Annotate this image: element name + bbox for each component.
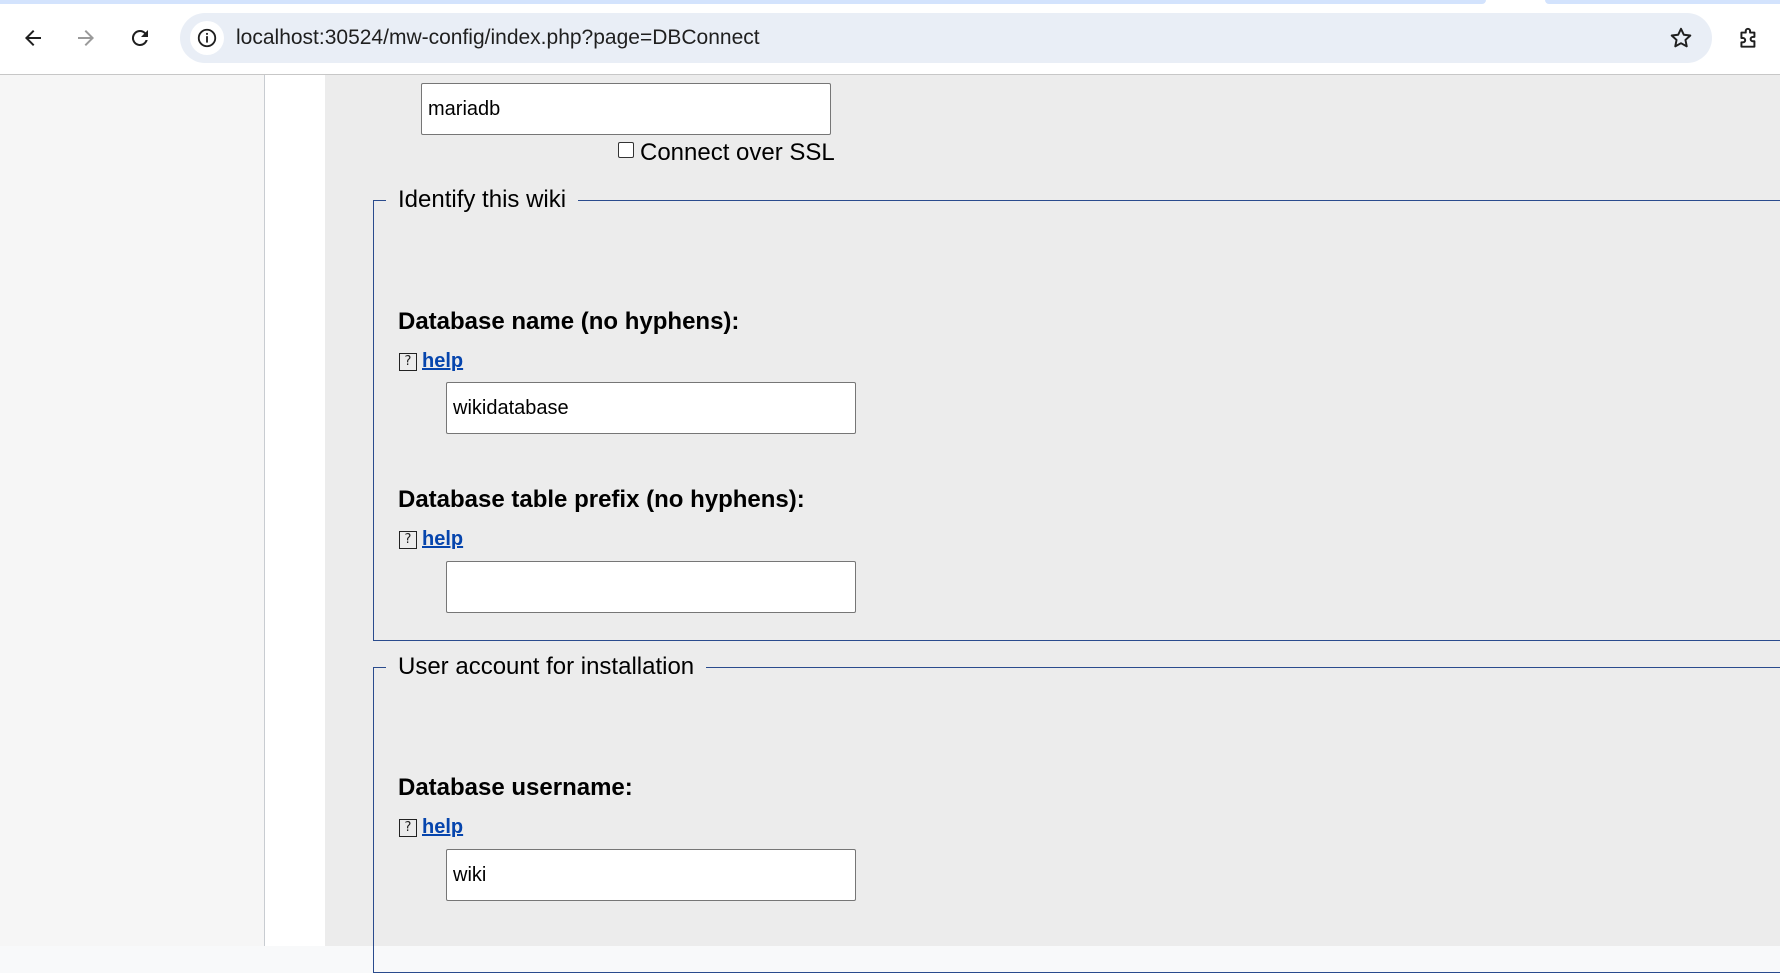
table-prefix-help[interactable]: ? help — [399, 528, 463, 551]
identify-wiki-legend: Identify this wiki — [398, 186, 567, 213]
user-account-fieldset: User account for installation — [373, 653, 1780, 973]
url-text[interactable]: localhost:30524/mw-config/index.php?page… — [236, 26, 760, 50]
database-username-help[interactable]: ? help — [399, 816, 463, 839]
help-icon: ? — [399, 352, 417, 371]
site-info-button[interactable] — [190, 21, 224, 55]
forward-button[interactable] — [70, 22, 102, 54]
help-icon: ? — [399, 530, 417, 549]
extensions-button[interactable] — [1733, 22, 1765, 54]
ssl-label: Connect over SSL — [640, 139, 835, 166]
browser-toolbar: localhost:30524/mw-config/index.php?page… — [0, 4, 1780, 75]
ssl-checkbox[interactable] — [618, 142, 634, 158]
star-icon[interactable] — [1668, 25, 1694, 51]
reload-button[interactable] — [124, 22, 156, 54]
page: Connect over SSL Identify this wiki Data… — [0, 75, 1780, 973]
reload-icon — [131, 29, 148, 46]
database-name-label: Database name (no hyphens): — [398, 308, 740, 335]
database-name-help[interactable]: ? help — [399, 350, 463, 373]
help-icon: ? — [399, 818, 417, 837]
back-arrow-icon — [25, 30, 41, 46]
user-account-legend: User account for installation — [398, 653, 695, 680]
table-prefix-label: Database table prefix (no hyphens): — [398, 486, 805, 513]
content-gutter — [265, 75, 325, 946]
forward-arrow-icon — [78, 30, 94, 46]
puzzle-piece-icon — [1740, 27, 1756, 48]
table-prefix-input[interactable] — [446, 561, 856, 613]
address-bar[interactable]: localhost:30524/mw-config/index.php?page… — [180, 13, 1712, 63]
ssl-option[interactable]: Connect over SSL — [618, 139, 835, 167]
database-name-help-link[interactable]: help — [422, 350, 463, 373]
database-username-input[interactable] — [446, 849, 856, 901]
table-prefix-help-link[interactable]: help — [422, 528, 463, 551]
database-name-input[interactable] — [446, 382, 856, 434]
sidebar — [0, 75, 265, 946]
database-username-help-link[interactable]: help — [422, 816, 463, 839]
back-button[interactable] — [17, 22, 49, 54]
database-username-label: Database username: — [398, 774, 633, 801]
info-icon — [197, 28, 217, 48]
database-host-input[interactable] — [421, 83, 831, 135]
